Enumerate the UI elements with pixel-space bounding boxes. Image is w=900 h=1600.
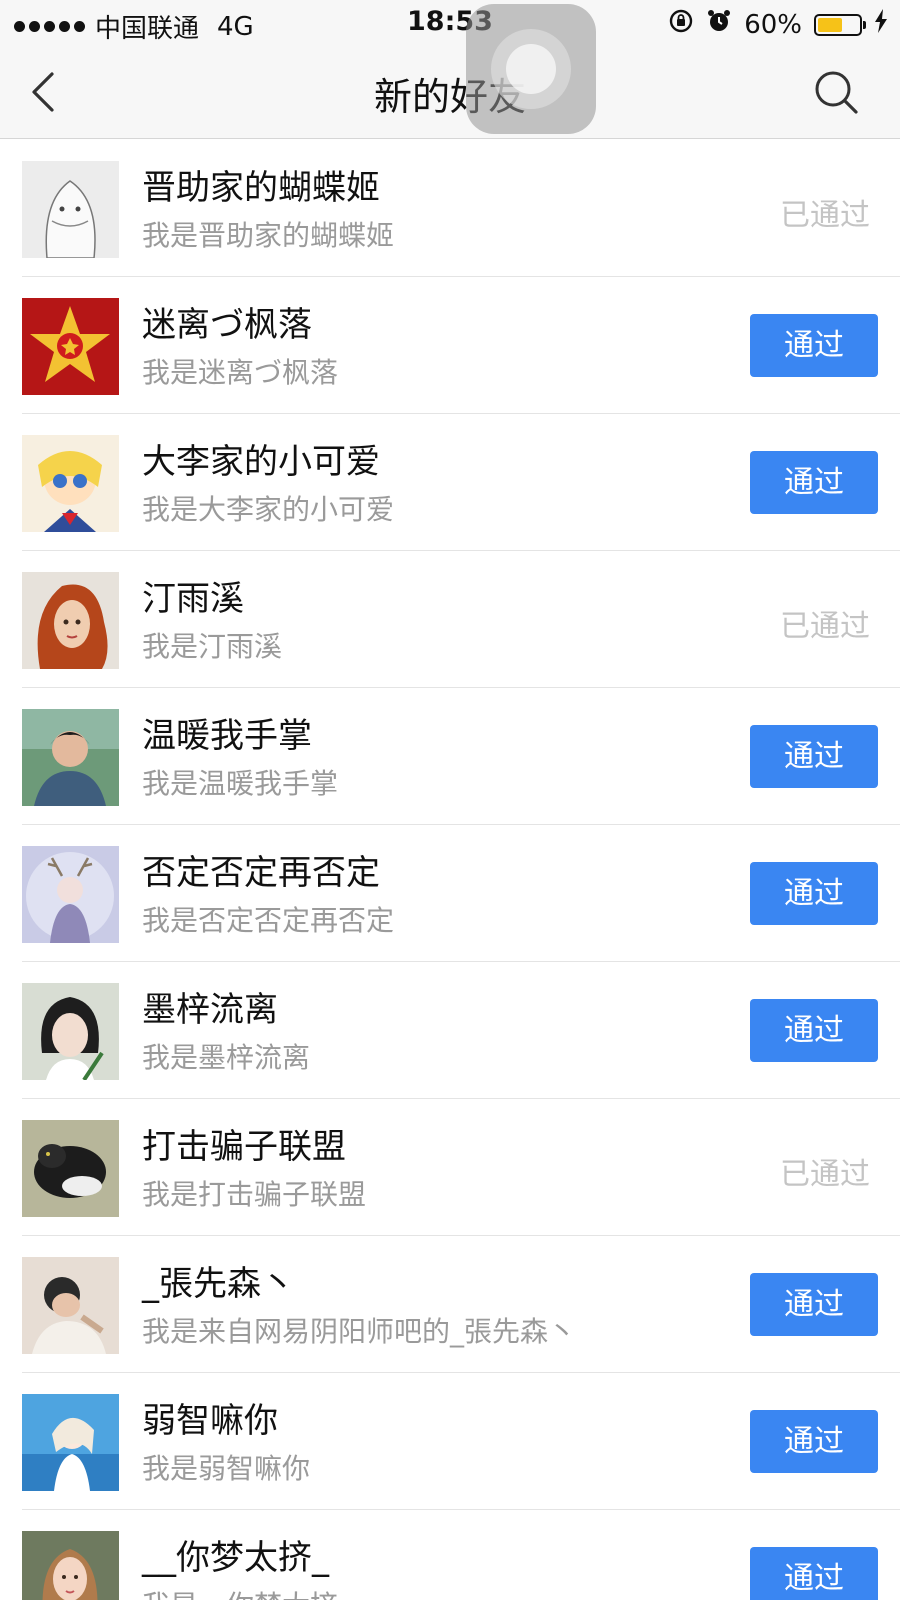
battery-icon: [814, 13, 866, 36]
friend-request-row[interactable]: 否定否定再否定我是否定否定再否定 通过: [22, 825, 900, 962]
friend-request-row[interactable]: __你梦太挤_ 我是__你梦太挤_ 通过: [22, 1510, 900, 1600]
avatar[interactable]: [22, 572, 119, 669]
accept-button[interactable]: 通过: [750, 999, 878, 1062]
accepted-label: 已通过: [780, 198, 870, 233]
friend-request-row[interactable]: _張先森丶我是来自网易阴阳师吧的_張先森丶 通过: [22, 1236, 900, 1373]
friend-request-message: 我是迷离づ枫落: [142, 356, 339, 389]
friend-request-row[interactable]: 弱智嘛你我是弱智嘛你 通过: [22, 1373, 900, 1510]
accept-button[interactable]: 通过: [750, 1410, 878, 1473]
avatar[interactable]: [22, 1257, 119, 1354]
friend-request-message: 我是来自网易阴阳师吧的_張先森丶: [142, 1315, 577, 1348]
accept-button[interactable]: 通过: [750, 451, 878, 514]
friend-request-message: 我是大李家的小可爱: [142, 493, 395, 526]
avatar[interactable]: [22, 298, 119, 395]
friend-name: 打击骗子联盟: [142, 1127, 346, 1167]
friend-name: 汀雨溪: [142, 579, 244, 619]
friend-request-message: 我是__你梦太挤_: [142, 1584, 352, 1600]
friend-request-row[interactable]: 迷离づ枫落我是迷离づ枫落 通过: [22, 277, 900, 414]
avatar[interactable]: [22, 161, 119, 258]
charging-icon: [874, 9, 888, 40]
accept-button[interactable]: 通过: [750, 862, 878, 925]
friend-request-message: 我是墨梓流离: [142, 1041, 311, 1074]
friend-name: 大李家的小可爱: [142, 442, 380, 482]
friend-request-message: 我是弱智嘛你: [142, 1452, 311, 1485]
friend-name: 迷离づ枫落: [142, 305, 312, 345]
avatar[interactable]: [22, 435, 119, 532]
friend-request-message: 我是晋助家的蝴蝶姬: [142, 219, 395, 252]
friend-request-row[interactable]: 大李家的小可爱我是大李家的小可爱 通过: [22, 414, 900, 551]
accept-button[interactable]: 通过: [750, 1547, 878, 1600]
friend-request-list: 晋助家的蝴蝶姬 我是晋助家的蝴蝶姬 已通过 迷离づ枫落 我是迷离づ枫落 通过 大李家的小可爱…: [0, 140, 900, 1600]
avatar[interactable]: [22, 709, 119, 806]
friend-name: 温暖我手掌: [142, 716, 312, 756]
friend-request-row[interactable]: 温暖我手掌我是温暖我手掌 通过: [22, 688, 900, 825]
friend-name: 否定否定再否定: [142, 853, 380, 893]
avatar[interactable]: [22, 983, 119, 1080]
rotation-lock-icon: [668, 8, 694, 41]
accepted-label: 已通过: [780, 1157, 870, 1192]
accept-button[interactable]: 通过: [750, 1273, 878, 1336]
screen: 中国联通 4G 18:53 60% 新的好友 晋助家的蝴蝶姬 我是晋助家的蝴蝶姬…: [0, 0, 900, 1600]
search-icon[interactable]: [812, 68, 860, 116]
friend-request-message: 我是打击骗子联盟: [142, 1178, 367, 1211]
battery-percent: 60%: [744, 9, 802, 40]
assistive-touch-button[interactable]: [466, 4, 596, 134]
status-right: 60%: [668, 8, 888, 41]
friend-request-row[interactable]: 墨梓流离我是墨梓流离 通过: [22, 962, 900, 1099]
friend-name: _張先森丶: [142, 1264, 295, 1304]
friend-request-row[interactable]: 打击骗子联盟我是打击骗子联盟 已通过: [22, 1099, 900, 1236]
accept-button[interactable]: 通过: [750, 725, 878, 788]
friend-request-row[interactable]: 晋助家的蝴蝶姬我是晋助家的蝴蝶姬 已通过: [22, 140, 900, 277]
friend-request-message: 我是汀雨溪: [142, 630, 283, 663]
friend-name: 弱智嘛你: [142, 1401, 278, 1441]
friend-name: __你梦太挤_: [142, 1538, 329, 1578]
nav-bar: 新的好友: [0, 46, 900, 139]
alarm-icon: [706, 8, 732, 41]
page-title: 新的好友: [373, 75, 526, 119]
accept-button[interactable]: 通过: [750, 314, 878, 377]
friend-request-message: 我是温暖我手掌: [142, 767, 339, 800]
avatar[interactable]: [22, 1394, 119, 1491]
friend-name: 晋助家的蝴蝶姬: [142, 168, 380, 208]
avatar[interactable]: [22, 846, 119, 943]
friend-request-row[interactable]: 汀雨溪我是汀雨溪 已通过: [22, 551, 900, 688]
status-bar: 中国联通 4G 18:53 60%: [0, 0, 900, 46]
avatar[interactable]: [22, 1120, 119, 1217]
avatar[interactable]: [22, 1531, 119, 1600]
friend-name: 墨梓流离: [142, 990, 278, 1030]
accepted-label: 已通过: [780, 609, 870, 644]
friend-request-message: 我是否定否定再否定: [142, 904, 395, 937]
battery-level: [818, 17, 842, 32]
